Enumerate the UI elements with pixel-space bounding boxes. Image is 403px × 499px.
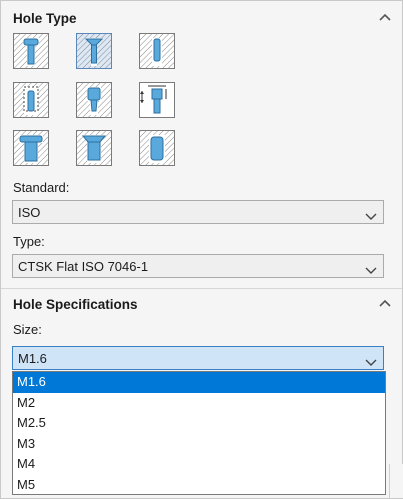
hole-type-legacy-hole-icon[interactable] [139,82,175,118]
size-value: M1.6 [18,351,47,366]
hole-type-countersink-icon[interactable] [76,33,112,69]
scroll-track[interactable] [389,464,403,498]
chevron-down-icon [365,208,377,226]
chevron-down-icon [365,262,377,280]
hole-type-tapered-hole-icon[interactable] [76,82,112,118]
size-dropdown-list[interactable]: M1.6 M2 M2.5 M3 M4 M5 [12,371,386,495]
size-option[interactable]: M3 [13,434,385,455]
section-divider [1,288,402,289]
hole-type-tapped-hole-icon[interactable] [13,82,49,118]
size-label: Size: [13,322,42,337]
hole-type-counterbore-slot-icon[interactable] [13,130,49,166]
size-option[interactable]: M2 [13,393,385,414]
standard-value: ISO [18,205,41,220]
hole-type-slot-icon[interactable] [139,130,175,166]
hole-type-counterbore-icon[interactable] [13,33,49,69]
hole-specifications-title: Hole Specifications [13,297,138,312]
collapse-hole-specifications-chevron-up-icon[interactable] [376,295,394,313]
type-value: CTSK Flat ISO 7046-1 [18,259,149,274]
size-option[interactable]: M1.6 [13,372,385,393]
standard-select[interactable]: ISO [12,200,384,224]
size-select[interactable]: M1.6 [12,346,384,370]
hole-type-simple-hole-icon[interactable] [139,33,175,69]
size-option[interactable]: M5 [13,475,385,495]
standard-label: Standard: [13,180,70,195]
chevron-down-icon [365,354,377,372]
size-option[interactable]: M4 [13,454,385,475]
type-label: Type: [13,234,45,249]
collapse-hole-type-chevron-up-icon[interactable] [376,9,394,27]
hole-type-title: Hole Type [13,11,77,26]
hole-type-countersink-slot-icon[interactable] [76,130,112,166]
hole-wizard-panel: Hole Type Standard: ISO Type: CTSK Flat … [0,0,403,499]
type-select[interactable]: CTSK Flat ISO 7046-1 [12,254,384,278]
size-option[interactable]: M2.5 [13,413,385,434]
